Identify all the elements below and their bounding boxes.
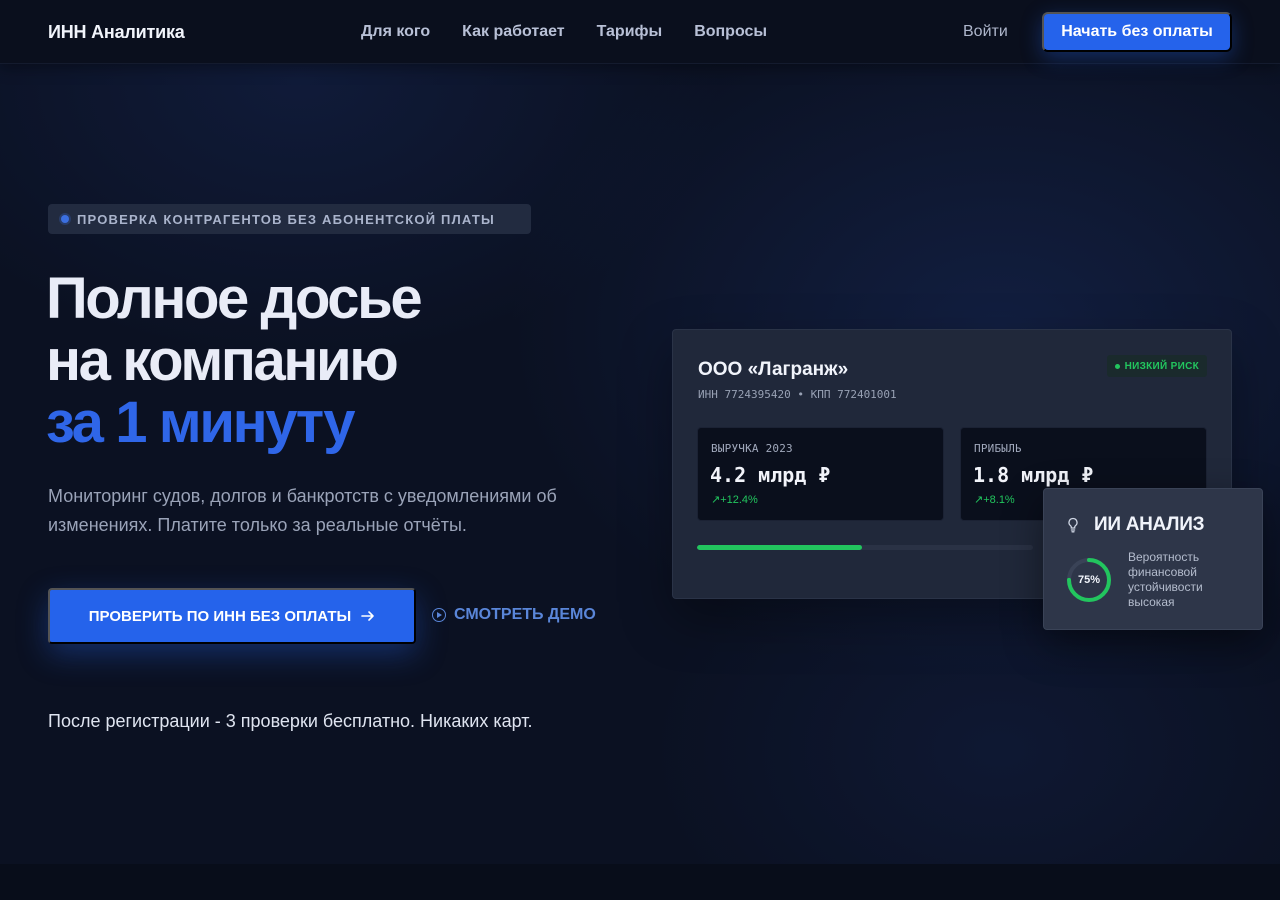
risk-dot-icon: [1114, 363, 1120, 369]
gauge-value: 75%: [1077, 574, 1101, 586]
top-nav: ИНН Аналитика Для кого Как работает Тари…: [0, 0, 1280, 64]
metric-value: 1.8 млрд ₽: [973, 463, 1094, 487]
progress-fill: [697, 545, 862, 550]
badge-dot-icon: [61, 215, 69, 223]
hero-title-line2: на компанию: [46, 328, 399, 393]
risk-badge-text: НИЗКИЙ РИСК: [1124, 360, 1199, 372]
check-by-inn-label: ПРОВЕРИТЬ ПО ИНН БЕЗ ОПЛАТЫ: [88, 607, 352, 625]
hero-title-accent: за 1 минуту: [46, 390, 355, 455]
arrow-right-icon: [361, 611, 375, 621]
nav-link-how-it-works[interactable]: Как работает: [462, 23, 565, 41]
check-by-inn-button[interactable]: ПРОВЕРИТЬ ПО ИНН БЕЗ ОПЛАТЫ: [48, 588, 416, 644]
ai-analysis-description: Вероятность финансовой устойчивости высо…: [1128, 550, 1203, 609]
start-free-button[interactable]: Начать без оплаты: [1042, 12, 1232, 52]
metric-label: ВЫРУЧКА 2023: [711, 442, 793, 455]
hero-badge: ПРОВЕРКА КОНТРАГЕНТОВ БЕЗ АБОНЕНТСКОЙ ПЛ…: [48, 204, 531, 234]
risk-badge: НИЗКИЙ РИСК: [1106, 355, 1207, 377]
company-name: ООО «Лагранж»: [698, 359, 849, 380]
ai-analysis-header: ИИ АНАЛИЗ: [1066, 514, 1204, 536]
trend-up-icon: ↗: [711, 494, 721, 506]
nav-link-faq[interactable]: Вопросы: [694, 23, 767, 41]
hero-subtitle: Мониторинг судов, долгов и банкротств с …: [48, 486, 557, 535]
ai-analysis-card: ИИ АНАЛИЗ 75% Вероятность финансовой уст…: [1043, 488, 1263, 630]
hero-title: Полное досье на компанию за 1 минуту: [46, 266, 423, 455]
metric-delta-value: +12.4%: [720, 494, 758, 506]
nav-links: Для кого Как работает Тарифы Вопросы: [361, 23, 767, 41]
nav-link-pricing[interactable]: Тарифы: [597, 23, 663, 41]
metric-label: ПРИБЫЛЬ: [974, 442, 1022, 455]
metric-delta: ↗+8.1%: [974, 493, 1015, 506]
nav-link-for-whom[interactable]: Для кого: [361, 23, 430, 41]
play-circle-icon: [432, 608, 446, 622]
login-link[interactable]: Войти: [963, 23, 1008, 41]
watch-demo-label: СМОТРЕТЬ ДЕМО: [454, 606, 596, 623]
lightbulb-icon: [1068, 517, 1078, 533]
progress-bar: [697, 545, 1033, 550]
ai-analysis-title: ИИ АНАЛИЗ: [1094, 514, 1205, 535]
bottom-band: [0, 864, 1280, 900]
hero-badge-text: ПРОВЕРКА КОНТРАГЕНТОВ БЕЗ АБОНЕНТСКОЙ ПЛ…: [77, 211, 495, 227]
registration-note: После регистрации - 3 проверки бесплатно…: [48, 711, 533, 731]
logo[interactable]: ИНН Аналитика: [48, 22, 185, 43]
watch-demo-link[interactable]: СМОТРЕТЬ ДЕМО: [432, 606, 596, 624]
hero-title-line1: Полное досье: [46, 266, 423, 331]
metric-revenue: ВЫРУЧКА 2023 4.2 млрд ₽ ↗+12.4%: [697, 427, 944, 521]
company-ids: ИНН 7724395420 • КПП 772401001: [698, 388, 897, 401]
metric-value: 4.2 млрд ₽: [710, 463, 831, 487]
metric-delta: ↗+12.4%: [711, 493, 758, 506]
trend-up-icon: ↗: [974, 494, 984, 506]
metric-delta-value: +8.1%: [983, 494, 1015, 506]
